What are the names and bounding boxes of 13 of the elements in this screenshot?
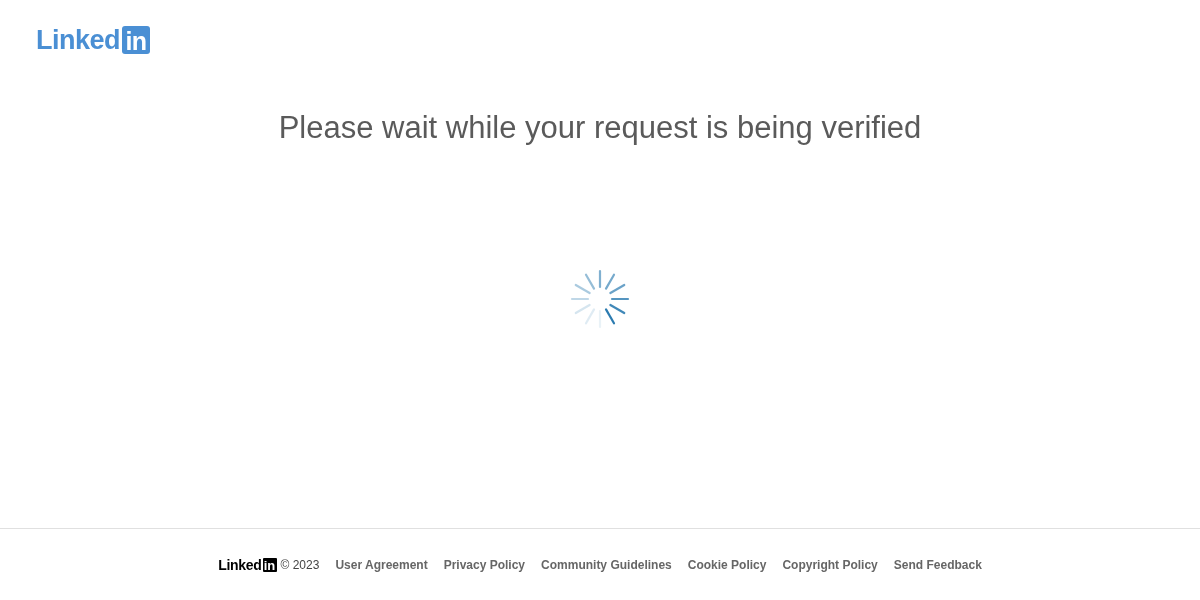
footer-link[interactable]: Copyright Policy xyxy=(782,555,878,574)
footer-link[interactable]: Privacy Policy xyxy=(443,555,526,574)
logo-wordmark: Linked xyxy=(36,26,120,54)
footer-logo-badge: in xyxy=(262,557,277,572)
footer-link[interactable]: Community Guidelines xyxy=(541,555,672,574)
copyright-text: © 2023 xyxy=(280,556,320,574)
page-heading: Please wait while your request is being verified xyxy=(278,110,922,146)
loading-spinner-icon xyxy=(570,269,630,329)
logo-badge: in xyxy=(122,26,150,54)
footer-link[interactable]: Cookie Policy xyxy=(687,555,767,574)
footer-logo-wordmark: Linked xyxy=(218,557,262,572)
footer-link[interactable]: Send Feedback xyxy=(893,555,982,574)
footer-link[interactable]: User Agreement xyxy=(335,555,428,574)
